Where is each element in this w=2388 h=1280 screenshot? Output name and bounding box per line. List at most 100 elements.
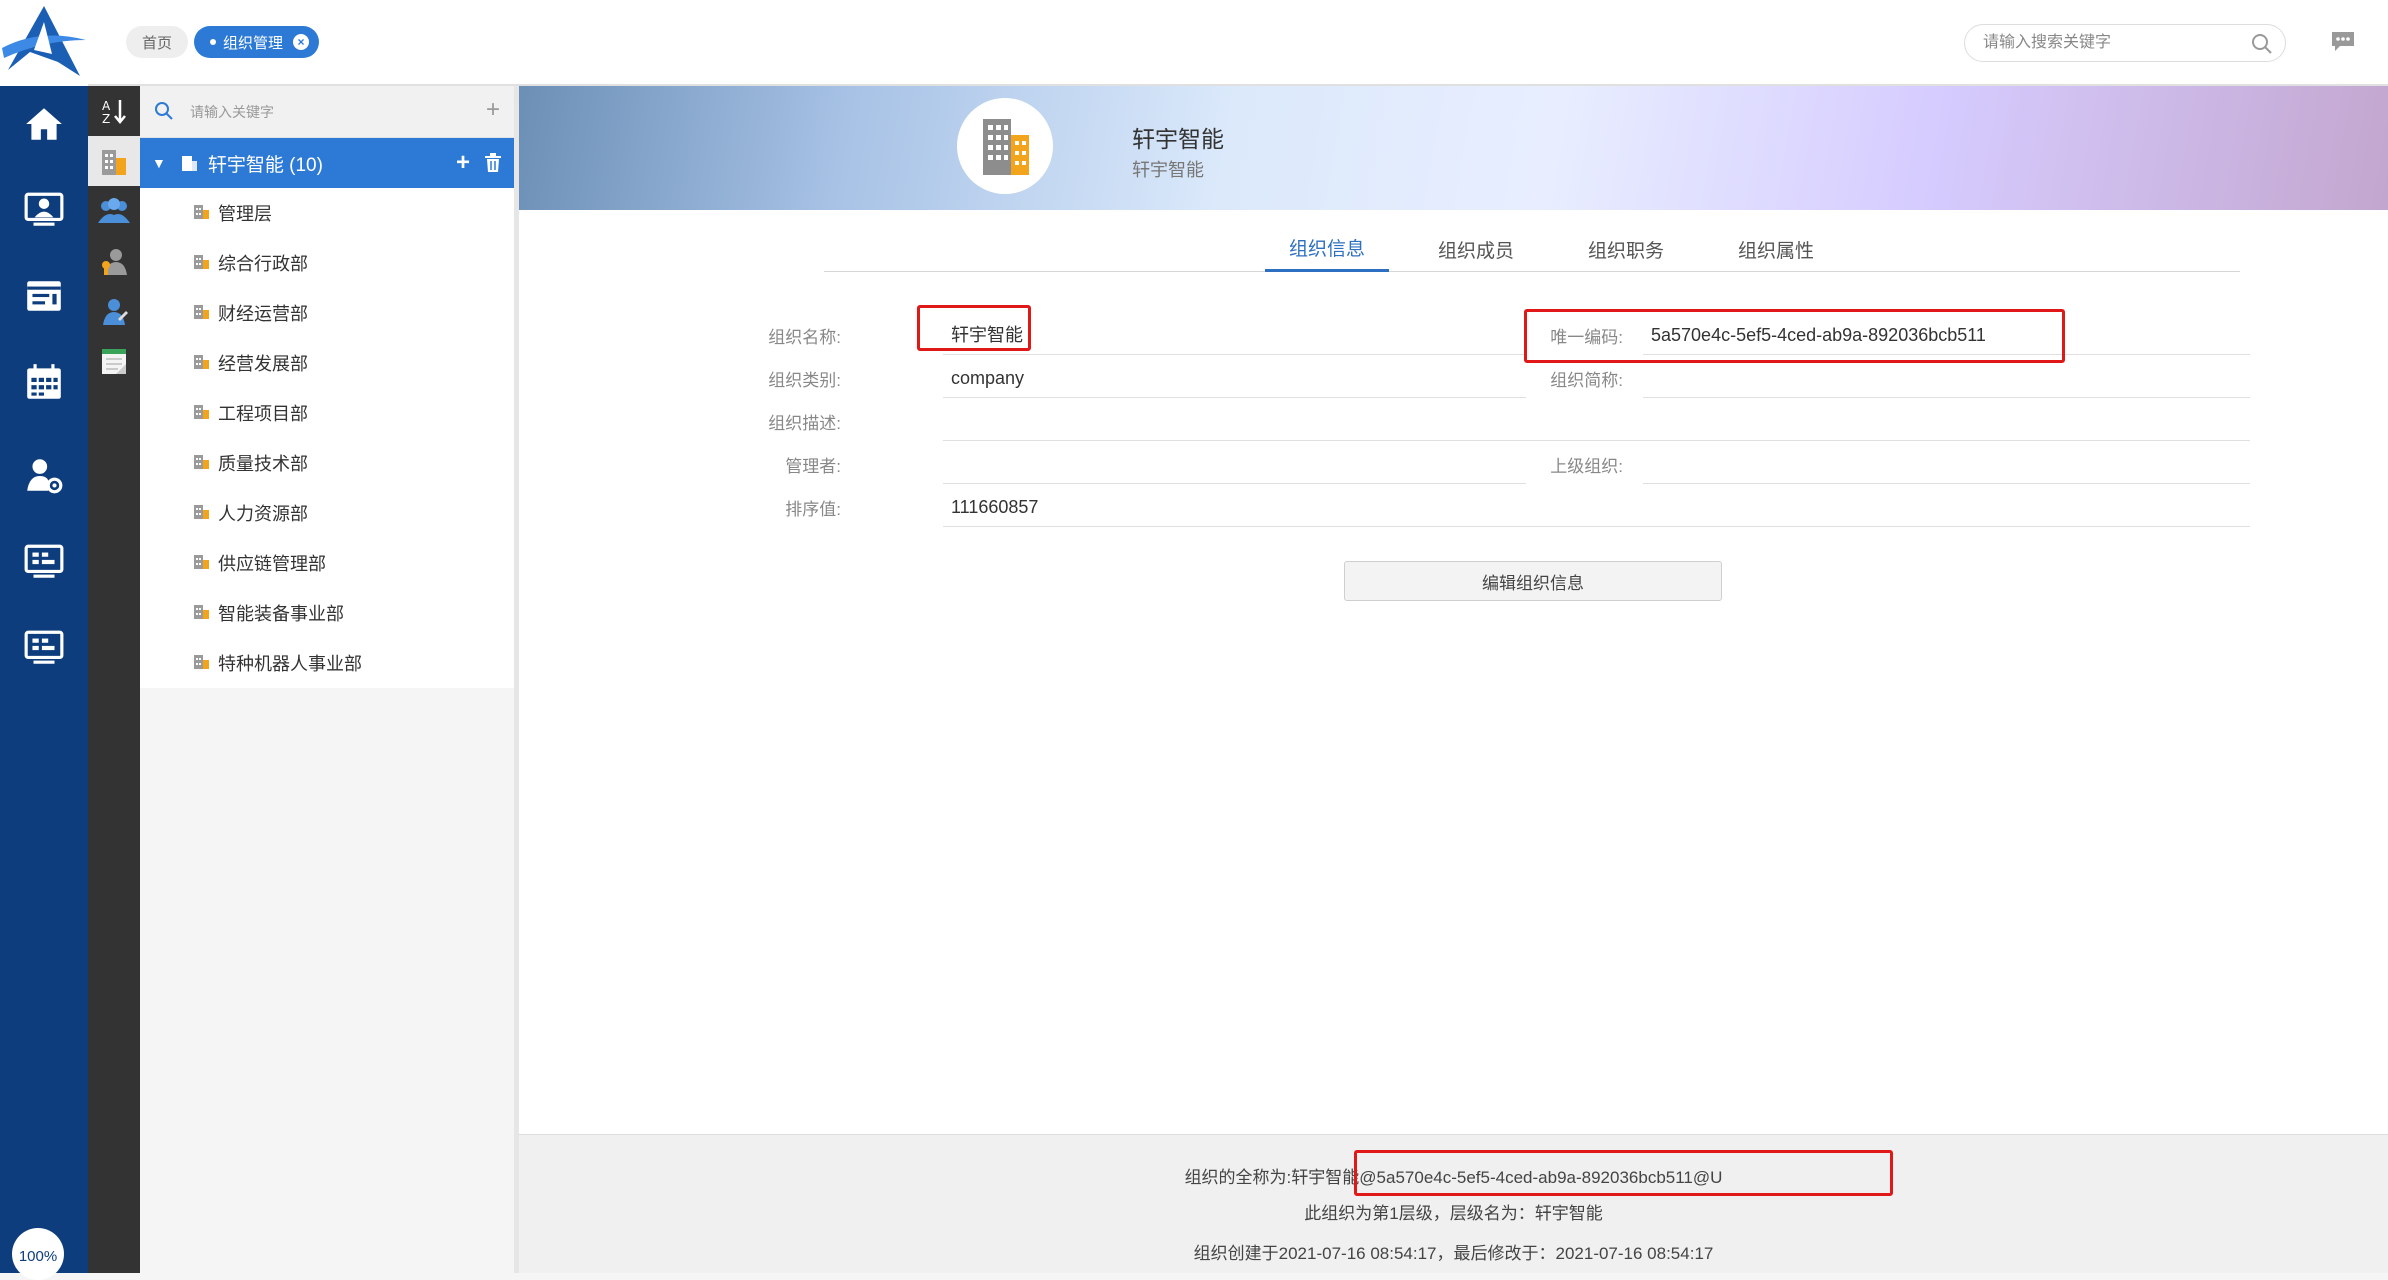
user-settings-icon[interactable]: [16, 448, 72, 504]
tree-node-label: 管理层: [218, 204, 272, 224]
tree-node[interactable]: 人力资源部: [192, 488, 308, 538]
nav-rail: 100%: [0, 0, 88, 1280]
tree-search-bar: +: [140, 86, 514, 138]
dashboard-icon[interactable]: [16, 534, 72, 590]
tree-node[interactable]: 工程项目部: [192, 388, 308, 438]
org-subtitle: 轩宇智能: [1132, 160, 1204, 180]
tree-node-label: 工程项目部: [218, 404, 308, 424]
tab-org-attributes[interactable]: 组织属性: [1714, 226, 1838, 272]
short-name-label: 组织简称:: [1550, 371, 1623, 390]
tab-home[interactable]: 首页: [126, 26, 189, 58]
building-icon: [192, 252, 210, 275]
svg-text:A: A: [102, 99, 111, 113]
tab-org-positions[interactable]: 组织职务: [1564, 226, 1688, 272]
dates-line: 组织创建于2021-07-16 08:54:17，最后修改于：2021-07-1…: [1193, 1244, 1714, 1263]
organization-icon[interactable]: [88, 136, 140, 186]
type-label: 组织类别:: [768, 371, 841, 390]
org-avatar: [957, 98, 1053, 194]
building-icon: [192, 602, 210, 625]
tree-node[interactable]: 特种机器人事业部: [192, 638, 362, 688]
tree-root-label: 轩宇智能 (10): [207, 154, 323, 176]
delete-icon[interactable]: [484, 153, 502, 173]
edit-org-button[interactable]: 编辑组织信息: [1344, 561, 1722, 601]
user-edit-icon[interactable]: [88, 286, 140, 336]
tree-search-input[interactable]: [188, 98, 448, 126]
dashboard-icon-2[interactable]: [16, 620, 72, 676]
building-icon: [181, 156, 197, 171]
zoom-indicator[interactable]: 100%: [12, 1228, 64, 1280]
detail-tabs: 组织信息 组织成员 组织职务 组织属性: [824, 226, 2240, 272]
tree-node-label: 综合行政部: [218, 254, 308, 274]
sort-icon[interactable]: AZ: [88, 86, 140, 136]
calendar-grid-icon[interactable]: [16, 354, 72, 410]
building-icon: [192, 402, 210, 425]
building-icon: [192, 552, 210, 575]
add-child-icon[interactable]: +: [456, 149, 470, 177]
calendar-list-icon[interactable]: [16, 268, 72, 324]
tree-node[interactable]: 经营发展部: [192, 338, 308, 388]
org-title: 轩宇智能: [1132, 126, 1224, 152]
tab-org-info[interactable]: 组织信息: [1265, 226, 1389, 272]
tree-node-label: 人力资源部: [218, 504, 308, 524]
tree-root-node[interactable]: ▼ 轩宇智能 (10) +: [140, 138, 514, 188]
tree-node-label: 智能装备事业部: [218, 604, 344, 624]
building-icon: [192, 652, 210, 675]
caret-down-icon[interactable]: ▼: [152, 155, 166, 171]
tree-node-label: 供应链管理部: [218, 554, 326, 574]
level-line: 此组织为第1层级，层级名为：轩宇智能: [1304, 1204, 1603, 1223]
tab-org-members[interactable]: 组织成员: [1414, 226, 1538, 272]
user-role-icon[interactable]: [88, 236, 140, 286]
building-icon: [192, 352, 210, 375]
tab-org-management[interactable]: 组织管理 ×: [194, 26, 320, 58]
building-icon: [192, 452, 210, 475]
short-name-value: [1643, 358, 2250, 398]
name-highlight-box: [917, 305, 1031, 351]
sheet-icon[interactable]: [88, 336, 140, 386]
tab-org-label: 组织管理: [223, 34, 284, 52]
screen-user-icon[interactable]: [16, 182, 72, 238]
building-icon: [192, 202, 210, 225]
tree-node[interactable]: 财经运营部: [192, 288, 308, 338]
tree-node[interactable]: 智能装备事业部: [192, 588, 344, 638]
sort-value: 111660857: [943, 487, 2250, 527]
fullname-label: 组织的全称为:: [1184, 1168, 1292, 1187]
building-icon: [983, 119, 1029, 175]
group-users-icon[interactable]: [88, 186, 140, 236]
org-banner: 轩宇智能 轩宇智能: [519, 86, 2388, 210]
parent-label: 上级组织:: [1550, 457, 1623, 476]
building-icon: [192, 502, 210, 525]
sort-label: 排序值:: [785, 500, 841, 519]
category-column: AZ: [88, 86, 140, 1273]
search-icon[interactable]: [2251, 33, 2273, 60]
type-value: company: [943, 358, 1526, 398]
close-tab-icon[interactable]: ×: [293, 34, 310, 50]
org-tree-panel: + ▼ 轩宇智能 (10) + 管理层综合行政部财经运营部经营发展部工程项目部质…: [140, 86, 514, 688]
main-content: 轩宇智能 轩宇智能 组织信息 组织成员 组织职务 组织属性 组织名称: 轩宇智能…: [519, 86, 2388, 1273]
tree-node-label: 特种机器人事业部: [218, 654, 362, 674]
top-bar: 首页 组织管理 ×: [88, 0, 2388, 86]
building-icon: [192, 302, 210, 325]
tree-node-label: 质量技术部: [218, 454, 308, 474]
tree-node[interactable]: 综合行政部: [192, 238, 308, 288]
unique-code-highlight-box: [1524, 309, 2065, 363]
svg-text:Z: Z: [102, 112, 110, 125]
global-search-input[interactable]: [1981, 25, 2251, 61]
tree-search-icon[interactable]: [154, 101, 174, 121]
app-logo[interactable]: [0, 0, 88, 86]
add-icon[interactable]: +: [486, 96, 500, 124]
home-icon[interactable]: [16, 96, 72, 152]
description-value: [943, 401, 2250, 441]
global-search: [1964, 24, 2286, 62]
org-footer: 组织的全称为:轩宇智能@5a570e4c-5ef5-4ced-ab9a-8920…: [519, 1134, 2388, 1273]
tree-node[interactable]: 质量技术部: [192, 438, 308, 488]
name-label: 组织名称:: [768, 328, 841, 347]
tree-node-label: 经营发展部: [218, 354, 308, 374]
manager-value: [943, 444, 1526, 484]
tree-node[interactable]: 供应链管理部: [192, 538, 326, 588]
fullname-highlight-box: [1354, 1150, 1893, 1196]
manager-label: 管理者:: [785, 457, 841, 476]
description-label: 组织描述:: [768, 414, 841, 433]
message-icon[interactable]: [2330, 30, 2356, 59]
parent-value: [1643, 444, 2250, 484]
tree-node[interactable]: 管理层: [192, 188, 272, 238]
